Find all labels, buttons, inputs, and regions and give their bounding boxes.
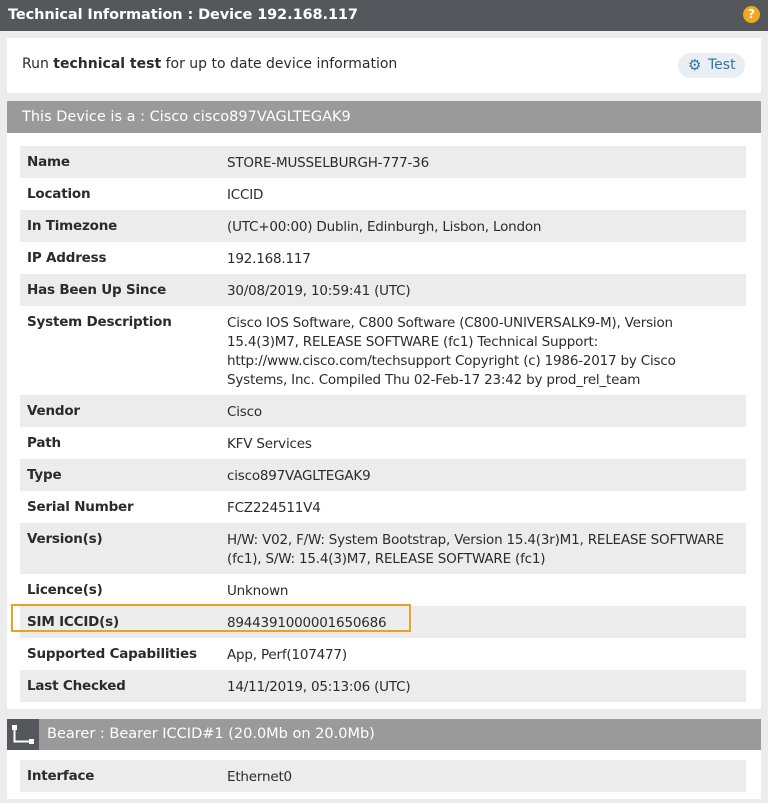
row-label: Vendor [27, 403, 80, 419]
row-value: 192.168.117 [227, 251, 311, 267]
info-row-name: Name STORE-MUSSELBURGH-777-36 [20, 146, 746, 178]
row-value: Cisco IOS Software, C800 Software (C800-… [227, 315, 676, 388]
row-label: Path [27, 435, 61, 451]
info-row-serial-number: Serial Number FCZ224511V4 [20, 491, 746, 523]
window-title: Technical Information : Device 192.168.1… [8, 7, 358, 23]
gear-icon: ⚙ [688, 56, 702, 74]
technical-test-panel: Run technical test for up to date device… [7, 38, 761, 93]
row-label: IP Address [27, 250, 107, 266]
row-value: 14/11/2019, 05:13:06 (UTC) [227, 679, 411, 695]
bearer-row-interface: Interface Ethernet0 [20, 760, 746, 792]
row-value: ICCID [227, 187, 264, 203]
row-label: Supported Capabilities [27, 646, 197, 662]
test-button-label: Test [708, 57, 736, 73]
technical-test-message: Run technical test for up to date device… [22, 56, 398, 72]
row-value: STORE-MUSSELBURGH-777-36 [227, 155, 429, 171]
bearer-section-title: Bearer : Bearer ICCID#1 (20.0Mb on 20.0M… [47, 726, 375, 742]
row-value: KFV Services [227, 436, 312, 452]
title-bar: Technical Information : Device 192.168.1… [0, 0, 768, 31]
info-row-versions: Version(s) H/W: V02, F/W: System Bootstr… [20, 523, 746, 574]
info-row-timezone: In Timezone (UTC+00:00) Dublin, Edinburg… [20, 210, 746, 242]
sim-iccid-highlight-box [11, 604, 411, 632]
info-row-location: Location ICCID [20, 178, 746, 210]
technical-test-emphasis: technical test [53, 56, 162, 72]
row-label: Last Checked [27, 678, 126, 694]
row-label: Location [27, 186, 91, 202]
row-label: Interface [27, 768, 95, 784]
row-label: Licence(s) [27, 582, 103, 598]
device-section-header: This Device is a : Cisco cisco897VAGLTEG… [7, 101, 761, 133]
row-value: Unknown [227, 583, 289, 599]
row-label: System Description [27, 314, 172, 330]
row-value: 30/08/2019, 10:59:41 (UTC) [227, 283, 411, 299]
row-label: Has Been Up Since [27, 282, 167, 298]
row-value: H/W: V02, F/W: System Bootstrap, Version… [227, 532, 724, 567]
device-section-title: This Device is a : Cisco cisco897VAGLTEG… [22, 109, 351, 125]
row-value: Ethernet0 [227, 769, 292, 785]
row-value: App, Perf(107477) [227, 647, 347, 663]
row-label: Name [27, 154, 70, 170]
bearer-panel: Bearer : Bearer ICCID#1 (20.0Mb on 20.0M… [7, 719, 761, 799]
info-row-path: Path KFV Services [20, 427, 746, 459]
info-row-system-description: System Description Cisco IOS Software, C… [20, 306, 746, 395]
row-value: (UTC+00:00) Dublin, Edinburgh, Lisbon, L… [227, 219, 542, 235]
row-value: FCZ224511V4 [227, 500, 321, 516]
info-row-type: Type cisco897VAGLTEGAK9 [20, 459, 746, 491]
network-connection-icon [7, 719, 39, 750]
row-label: Type [27, 467, 62, 483]
row-label: In Timezone [27, 218, 118, 234]
info-row-vendor: Vendor Cisco [20, 395, 746, 427]
info-row-capabilities: Supported Capabilities App, Perf(107477) [20, 638, 746, 670]
row-label: Version(s) [27, 531, 103, 547]
test-button[interactable]: ⚙ Test [678, 53, 745, 78]
row-value: Cisco [227, 404, 262, 420]
info-row-up-since: Has Been Up Since 30/08/2019, 10:59:41 (… [20, 274, 746, 306]
help-icon[interactable]: ? [743, 6, 760, 23]
row-value: cisco897VAGLTEGAK9 [227, 468, 371, 484]
bearer-section-header: Bearer : Bearer ICCID#1 (20.0Mb on 20.0M… [7, 719, 761, 750]
info-row-licences: Licence(s) Unknown [20, 574, 746, 606]
row-label: Serial Number [27, 499, 134, 515]
info-row-last-checked: Last Checked 14/11/2019, 05:13:06 (UTC) [20, 670, 746, 702]
info-row-ip-address: IP Address 192.168.117 [20, 242, 746, 274]
